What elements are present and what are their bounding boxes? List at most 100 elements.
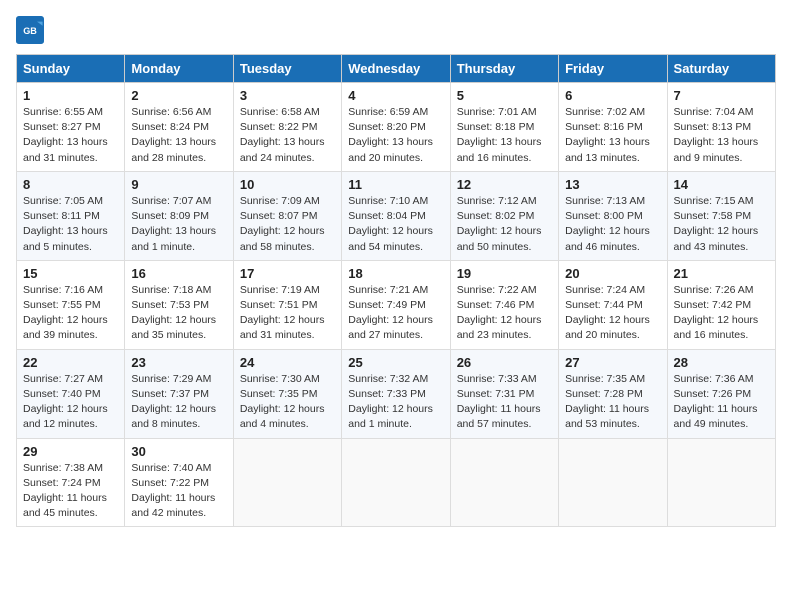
- day-number: 4: [348, 88, 443, 103]
- calendar-cell: 9 Sunrise: 7:07 AMSunset: 8:09 PMDayligh…: [125, 171, 233, 260]
- day-number: 25: [348, 355, 443, 370]
- day-number: 8: [23, 177, 118, 192]
- day-number: 21: [674, 266, 769, 281]
- calendar-cell: 22 Sunrise: 7:27 AMSunset: 7:40 PMDaylig…: [17, 349, 125, 438]
- calendar-cell: 2 Sunrise: 6:56 AMSunset: 8:24 PMDayligh…: [125, 83, 233, 172]
- weekday-header-friday: Friday: [559, 55, 667, 83]
- day-number: 16: [131, 266, 226, 281]
- day-detail: Sunrise: 7:40 AMSunset: 7:22 PMDaylight:…: [131, 462, 215, 520]
- calendar-cell: 16 Sunrise: 7:18 AMSunset: 7:53 PMDaylig…: [125, 260, 233, 349]
- calendar-cell: 17 Sunrise: 7:19 AMSunset: 7:51 PMDaylig…: [233, 260, 341, 349]
- day-number: 23: [131, 355, 226, 370]
- day-detail: Sunrise: 7:29 AMSunset: 7:37 PMDaylight:…: [131, 373, 216, 431]
- calendar-cell: 19 Sunrise: 7:22 AMSunset: 7:46 PMDaylig…: [450, 260, 558, 349]
- day-number: 27: [565, 355, 660, 370]
- day-detail: Sunrise: 6:59 AMSunset: 8:20 PMDaylight:…: [348, 106, 433, 164]
- calendar-cell: [233, 438, 341, 527]
- calendar-cell: [667, 438, 775, 527]
- day-number: 9: [131, 177, 226, 192]
- weekday-header-wednesday: Wednesday: [342, 55, 450, 83]
- weekday-header-sunday: Sunday: [17, 55, 125, 83]
- day-detail: Sunrise: 7:09 AMSunset: 8:07 PMDaylight:…: [240, 195, 325, 253]
- calendar-cell: 29 Sunrise: 7:38 AMSunset: 7:24 PMDaylig…: [17, 438, 125, 527]
- day-number: 5: [457, 88, 552, 103]
- calendar-cell: [559, 438, 667, 527]
- day-detail: Sunrise: 6:56 AMSunset: 8:24 PMDaylight:…: [131, 106, 216, 164]
- day-number: 11: [348, 177, 443, 192]
- calendar-cell: 27 Sunrise: 7:35 AMSunset: 7:28 PMDaylig…: [559, 349, 667, 438]
- day-detail: Sunrise: 7:24 AMSunset: 7:44 PMDaylight:…: [565, 284, 650, 342]
- day-detail: Sunrise: 7:15 AMSunset: 7:58 PMDaylight:…: [674, 195, 759, 253]
- day-detail: Sunrise: 7:36 AMSunset: 7:26 PMDaylight:…: [674, 373, 758, 431]
- day-number: 26: [457, 355, 552, 370]
- calendar-cell: 12 Sunrise: 7:12 AMSunset: 8:02 PMDaylig…: [450, 171, 558, 260]
- calendar-week-row: 29 Sunrise: 7:38 AMSunset: 7:24 PMDaylig…: [17, 438, 776, 527]
- day-detail: Sunrise: 7:01 AMSunset: 8:18 PMDaylight:…: [457, 106, 542, 164]
- calendar-cell: 26 Sunrise: 7:33 AMSunset: 7:31 PMDaylig…: [450, 349, 558, 438]
- calendar-cell: 24 Sunrise: 7:30 AMSunset: 7:35 PMDaylig…: [233, 349, 341, 438]
- calendar-cell: 21 Sunrise: 7:26 AMSunset: 7:42 PMDaylig…: [667, 260, 775, 349]
- day-number: 30: [131, 444, 226, 459]
- day-number: 12: [457, 177, 552, 192]
- day-detail: Sunrise: 7:35 AMSunset: 7:28 PMDaylight:…: [565, 373, 649, 431]
- day-detail: Sunrise: 6:58 AMSunset: 8:22 PMDaylight:…: [240, 106, 325, 164]
- day-detail: Sunrise: 7:10 AMSunset: 8:04 PMDaylight:…: [348, 195, 433, 253]
- calendar-cell: 4 Sunrise: 6:59 AMSunset: 8:20 PMDayligh…: [342, 83, 450, 172]
- calendar-cell: 30 Sunrise: 7:40 AMSunset: 7:22 PMDaylig…: [125, 438, 233, 527]
- day-number: 29: [23, 444, 118, 459]
- day-number: 24: [240, 355, 335, 370]
- day-detail: Sunrise: 7:02 AMSunset: 8:16 PMDaylight:…: [565, 106, 650, 164]
- day-number: 17: [240, 266, 335, 281]
- day-detail: Sunrise: 7:32 AMSunset: 7:33 PMDaylight:…: [348, 373, 433, 431]
- calendar-header: GB: [16, 16, 776, 44]
- calendar-cell: 10 Sunrise: 7:09 AMSunset: 8:07 PMDaylig…: [233, 171, 341, 260]
- day-number: 14: [674, 177, 769, 192]
- calendar-cell: 23 Sunrise: 7:29 AMSunset: 7:37 PMDaylig…: [125, 349, 233, 438]
- logo-icon: GB: [16, 16, 44, 44]
- day-number: 18: [348, 266, 443, 281]
- calendar-week-row: 22 Sunrise: 7:27 AMSunset: 7:40 PMDaylig…: [17, 349, 776, 438]
- calendar-cell: 11 Sunrise: 7:10 AMSunset: 8:04 PMDaylig…: [342, 171, 450, 260]
- weekday-header-monday: Monday: [125, 55, 233, 83]
- day-detail: Sunrise: 7:16 AMSunset: 7:55 PMDaylight:…: [23, 284, 108, 342]
- calendar-cell: 6 Sunrise: 7:02 AMSunset: 8:16 PMDayligh…: [559, 83, 667, 172]
- day-detail: Sunrise: 7:22 AMSunset: 7:46 PMDaylight:…: [457, 284, 542, 342]
- calendar-cell: 7 Sunrise: 7:04 AMSunset: 8:13 PMDayligh…: [667, 83, 775, 172]
- calendar-cell: 5 Sunrise: 7:01 AMSunset: 8:18 PMDayligh…: [450, 83, 558, 172]
- day-detail: Sunrise: 6:55 AMSunset: 8:27 PMDaylight:…: [23, 106, 108, 164]
- day-number: 22: [23, 355, 118, 370]
- day-detail: Sunrise: 7:12 AMSunset: 8:02 PMDaylight:…: [457, 195, 542, 253]
- day-detail: Sunrise: 7:07 AMSunset: 8:09 PMDaylight:…: [131, 195, 216, 253]
- day-number: 10: [240, 177, 335, 192]
- day-detail: Sunrise: 7:30 AMSunset: 7:35 PMDaylight:…: [240, 373, 325, 431]
- svg-text:GB: GB: [23, 26, 37, 36]
- calendar-cell: [342, 438, 450, 527]
- calendar-cell: 13 Sunrise: 7:13 AMSunset: 8:00 PMDaylig…: [559, 171, 667, 260]
- day-detail: Sunrise: 7:21 AMSunset: 7:49 PMDaylight:…: [348, 284, 433, 342]
- day-number: 15: [23, 266, 118, 281]
- calendar-cell: [450, 438, 558, 527]
- day-detail: Sunrise: 7:05 AMSunset: 8:11 PMDaylight:…: [23, 195, 108, 253]
- weekday-header-thursday: Thursday: [450, 55, 558, 83]
- day-detail: Sunrise: 7:19 AMSunset: 7:51 PMDaylight:…: [240, 284, 325, 342]
- day-number: 19: [457, 266, 552, 281]
- calendar-cell: 20 Sunrise: 7:24 AMSunset: 7:44 PMDaylig…: [559, 260, 667, 349]
- logo: GB: [16, 16, 48, 44]
- day-detail: Sunrise: 7:04 AMSunset: 8:13 PMDaylight:…: [674, 106, 759, 164]
- day-detail: Sunrise: 7:26 AMSunset: 7:42 PMDaylight:…: [674, 284, 759, 342]
- day-detail: Sunrise: 7:33 AMSunset: 7:31 PMDaylight:…: [457, 373, 541, 431]
- weekday-header-row: SundayMondayTuesdayWednesdayThursdayFrid…: [17, 55, 776, 83]
- day-number: 6: [565, 88, 660, 103]
- weekday-header-tuesday: Tuesday: [233, 55, 341, 83]
- day-number: 7: [674, 88, 769, 103]
- day-number: 1: [23, 88, 118, 103]
- calendar-table: SundayMondayTuesdayWednesdayThursdayFrid…: [16, 54, 776, 527]
- day-number: 20: [565, 266, 660, 281]
- day-number: 28: [674, 355, 769, 370]
- day-detail: Sunrise: 7:38 AMSunset: 7:24 PMDaylight:…: [23, 462, 107, 520]
- calendar-cell: 28 Sunrise: 7:36 AMSunset: 7:26 PMDaylig…: [667, 349, 775, 438]
- calendar-cell: 15 Sunrise: 7:16 AMSunset: 7:55 PMDaylig…: [17, 260, 125, 349]
- calendar-cell: 14 Sunrise: 7:15 AMSunset: 7:58 PMDaylig…: [667, 171, 775, 260]
- day-number: 2: [131, 88, 226, 103]
- day-detail: Sunrise: 7:13 AMSunset: 8:00 PMDaylight:…: [565, 195, 650, 253]
